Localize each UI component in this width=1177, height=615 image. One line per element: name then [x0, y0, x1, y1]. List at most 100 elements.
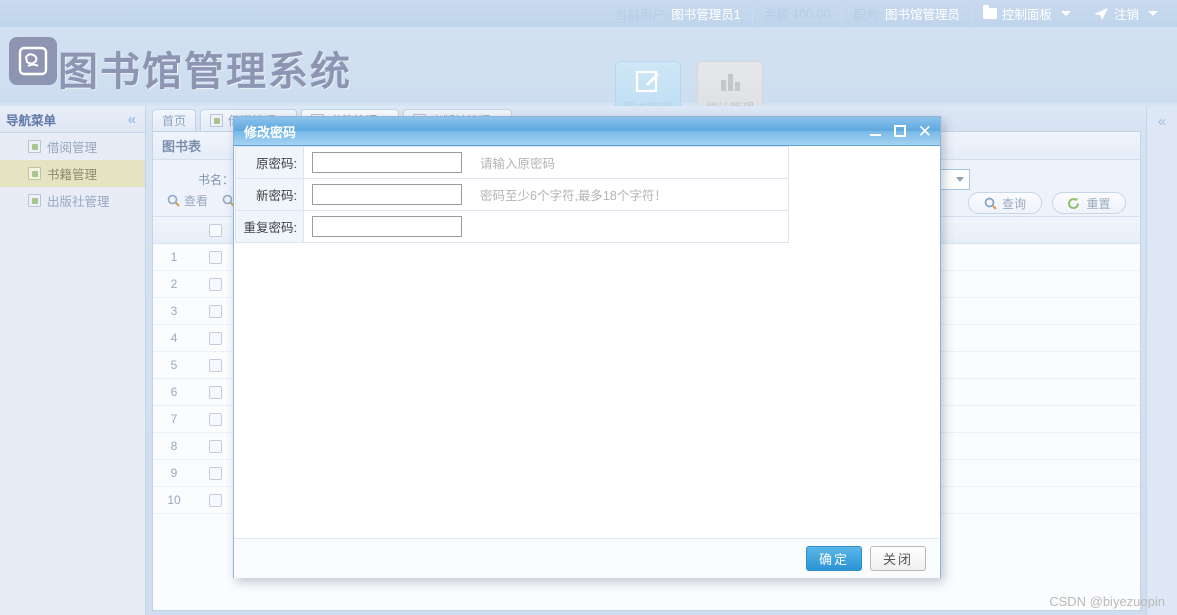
reset-button-label: 重置	[1086, 196, 1111, 211]
dialog-title: 修改密码	[244, 124, 297, 140]
row-checkbox-cell	[195, 385, 235, 399]
row-index: 5	[170, 358, 178, 372]
right-rail-collapse-icon[interactable]: «	[1158, 114, 1166, 615]
new-password-cell: 密码至少6个字符,最多18个字符！	[303, 178, 789, 211]
row-index: 6	[170, 385, 178, 399]
new-password-input[interactable]	[312, 184, 462, 205]
row-index: 3	[170, 304, 178, 318]
control-panel-menu[interactable]: 控制面板	[972, 0, 1082, 27]
repeat-password-input[interactable]	[312, 216, 462, 237]
page-icon	[28, 140, 41, 153]
row-checkbox-cell	[195, 250, 235, 264]
balance-info: 余额: 100.00	[753, 0, 843, 27]
page-title: 图书馆管理系统	[58, 49, 352, 95]
role-info: 职务: 图书馆管理员	[842, 0, 972, 27]
watermark: CSDN @biyezuopin	[1049, 594, 1165, 609]
current-user-label: 当前用户:	[614, 8, 669, 22]
row-index: 1	[170, 250, 178, 264]
row-checkbox[interactable]	[208, 277, 222, 291]
search-icon	[167, 194, 180, 207]
row-checkbox-cell	[195, 331, 235, 345]
sidebar-title: 导航菜单	[6, 113, 57, 128]
balance-label: 余额:	[763, 8, 793, 22]
sidebar-collapse-icon[interactable]: «	[128, 112, 136, 127]
tab-label: 首页	[162, 114, 187, 128]
row-checkbox[interactable]	[208, 385, 222, 399]
sidebar-item-book-management[interactable]: 书籍管理	[0, 160, 145, 187]
chevron-down-icon	[956, 176, 964, 182]
query-button[interactable]: 查询	[968, 192, 1042, 214]
page-icon	[28, 167, 41, 180]
refresh-icon	[1068, 197, 1080, 209]
row-checkbox-cell	[195, 358, 235, 372]
repeat-password-label: 重复密码:	[235, 210, 304, 243]
book-name-filter: 书名：	[198, 171, 234, 188]
row-checkbox-cell	[195, 439, 235, 453]
view-button[interactable]: 查看	[167, 192, 208, 209]
query-button-label: 查询	[1001, 196, 1026, 211]
dialog-footer: 确定 关闭	[234, 538, 940, 578]
control-panel-label: 控制面板	[1001, 8, 1052, 22]
sidebar: 导航菜单 « 借阅管理 书籍管理 出版社管理	[0, 106, 146, 615]
change-password-dialog: 修改密码 ✕ 原密码: 请输入原密码 新密码: 密码至少6个字符,最多18个字符…	[233, 116, 941, 578]
row-checkbox-cell	[195, 412, 235, 426]
old-password-input[interactable]	[312, 152, 462, 173]
right-collapse-rail: «	[1146, 106, 1177, 615]
app-window: 当前用户: 图书管理员1 余额: 100.00 职务: 图书馆管理员 控制面板 …	[0, 0, 1177, 615]
dialog-title-bar: 修改密码 ✕	[234, 117, 940, 146]
old-password-label: 原密码:	[235, 146, 304, 179]
row-checkbox[interactable]	[208, 412, 222, 426]
row-checkbox[interactable]	[208, 304, 222, 318]
current-user-value: 图书管理员1	[671, 8, 741, 22]
row-checkbox[interactable]	[208, 250, 222, 264]
select-all-checkbox[interactable]	[208, 223, 222, 237]
row-index: 7	[170, 412, 178, 426]
role-value: 图书馆管理员	[884, 8, 960, 22]
row-checkbox[interactable]	[208, 493, 222, 507]
logout-label: 注销	[1113, 8, 1139, 22]
top-bar: 当前用户: 图书管理员1 余额: 100.00 职务: 图书馆管理员 控制面板 …	[0, 0, 1177, 27]
reset-button[interactable]: 重置	[1052, 192, 1126, 214]
confirm-button[interactable]: 确定	[806, 546, 862, 571]
row-checkbox-cell	[195, 277, 235, 291]
view-button-label: 查看	[184, 194, 209, 208]
book-name-label: 书名：	[198, 172, 235, 187]
sidebar-item-label: 书籍管理	[47, 168, 98, 182]
chevron-down-icon	[1060, 11, 1071, 16]
close-icon[interactable]: ✕	[918, 123, 932, 140]
dialog-body: 原密码: 请输入原密码 新密码: 密码至少6个字符,最多18个字符！ 重复密码:…	[234, 146, 940, 578]
logout-menu[interactable]: 注销	[1082, 0, 1169, 27]
row-checkbox[interactable]	[208, 439, 222, 453]
new-password-label: 新密码:	[235, 178, 304, 211]
sidebar-item-borrow-management[interactable]: 借阅管理	[0, 133, 145, 160]
sidebar-item-publisher-management[interactable]: 出版社管理	[0, 187, 145, 214]
minimize-icon[interactable]	[869, 125, 882, 138]
paper-plane-icon	[1093, 7, 1108, 20]
tab-home[interactable]: 首页	[152, 109, 197, 131]
row-checkbox[interactable]	[208, 358, 222, 372]
row-index: 2	[170, 277, 178, 291]
brand-row: 图书馆管理系统 图书管理 统计管理	[0, 27, 1177, 123]
sidebar-item-label: 借阅管理	[47, 141, 98, 155]
row-checkbox[interactable]	[208, 331, 222, 345]
old-password-hint: 请输入原密码	[480, 157, 556, 171]
row-checkbox[interactable]	[208, 466, 222, 480]
row-index: 4	[170, 331, 178, 345]
page-icon	[210, 114, 224, 127]
table-header-checkbox	[195, 223, 235, 237]
form-row-new-password: 新密码: 密码至少6个字符,最多18个字符！	[235, 178, 789, 211]
form-row-old-password: 原密码: 请输入原密码	[235, 146, 789, 179]
edit-square-icon	[635, 70, 659, 93]
balance-value: 100.00	[792, 6, 831, 21]
toolbar-left-buttons: 查看	[167, 192, 235, 209]
page-icon	[28, 194, 41, 207]
close-button[interactable]: 关闭	[870, 546, 926, 571]
row-checkbox-cell	[195, 304, 235, 318]
app-logo	[9, 37, 57, 85]
maximize-icon[interactable]	[893, 125, 906, 137]
folder-icon	[982, 5, 997, 19]
search-icon	[984, 197, 997, 210]
row-index: 10	[167, 493, 181, 507]
chevron-down-icon	[1148, 11, 1158, 16]
password-form: 原密码: 请输入原密码 新密码: 密码至少6个字符,最多18个字符！ 重复密码:	[235, 146, 789, 243]
